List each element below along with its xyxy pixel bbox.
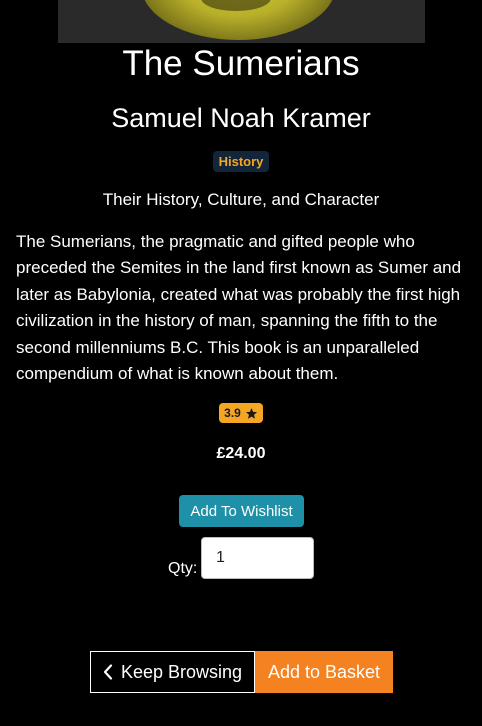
cover-artwork (141, 0, 336, 40)
rating-wrapper: 3.9 (0, 403, 482, 423)
rating-value: 3.9 (224, 406, 241, 420)
category-badge-wrapper: History (0, 151, 482, 172)
quantity-label: Qty: (168, 560, 198, 577)
book-price: £24.00 (216, 445, 266, 462)
book-subtitle: Their History, Culture, and Character (102, 190, 380, 209)
chevron-left-icon (103, 664, 113, 680)
quantity-input[interactable] (201, 537, 314, 579)
book-description: The Sumerians, the pragmatic and gifted … (16, 232, 462, 384)
category-badge[interactable]: History (212, 151, 270, 172)
book-title: The Sumerians (122, 44, 360, 83)
star-icon (245, 407, 257, 419)
add-to-basket-button[interactable]: Add to Basket (255, 651, 393, 693)
book-cover-image (58, 0, 425, 43)
add-to-wishlist-button[interactable]: Add To Wishlist (179, 495, 304, 527)
book-author: Samuel Noah Kramer (111, 103, 371, 133)
book-detail-page: The Sumerians Samuel Noah Kramer History… (0, 0, 482, 726)
keep-browsing-button[interactable]: Keep Browsing (90, 651, 255, 693)
rating-badge: 3.9 (219, 403, 263, 423)
keep-browsing-label: Keep Browsing (120, 661, 243, 682)
